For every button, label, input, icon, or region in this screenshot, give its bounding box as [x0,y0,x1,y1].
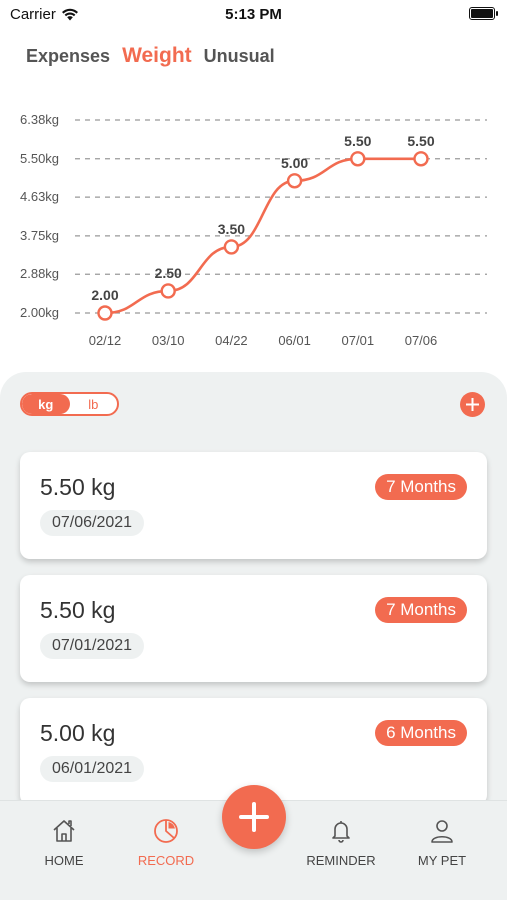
record-weight: 5.00 kg [40,720,116,746]
record-date: 06/01/2021 [40,756,145,782]
data-point [223,239,240,255]
weight-chart-svg: 2.00kg 2.88kg 3.75kg 4.63kg 5.50kg 6.38kg 02/1… [20,112,487,348]
unit-option-kg[interactable]: kg [22,394,70,414]
data-label: 5.50 [344,133,371,149]
record-weight: 5.50 kg [40,474,116,500]
y-tick-label: 2.88kg [20,266,59,281]
plus-icon [466,398,479,411]
unit-toggle[interactable]: kg lb [20,392,119,416]
record-age-badge: 7 Months [375,597,467,623]
y-tick-label: 6.38kg [20,112,59,127]
data-point [413,151,429,167]
series-line [104,157,421,315]
x-tick-label: 07/01 [342,333,375,348]
record-age-badge: 7 Months [375,474,467,500]
y-tick-label: 5.50kg [20,151,59,166]
home-icon [53,820,75,842]
record-age-badge: 6 Months [375,720,467,746]
nav-home[interactable]: HOME [14,817,114,868]
y-tick-label: 3.75kg [20,228,59,243]
nav-home-label: HOME [44,853,84,868]
nav-my-pet-label: MY PET [417,853,467,868]
data-point [350,151,366,167]
x-tick-label: 07/06 [405,333,438,348]
record-card[interactable]: 5.50 kg 07/01/2021 7 Months [20,575,487,682]
status-bar: Carrier 5:13 PM [0,0,507,30]
record-date: 07/01/2021 [40,633,145,659]
record-weight: 5.50 kg [40,597,116,623]
x-tick-label: 04/22 [215,333,248,348]
data-label: 5.50 [407,133,434,149]
bell-icon [332,821,350,843]
data-label: 5.00 [281,155,308,171]
x-tick-label: 02/12 [89,333,122,348]
unit-option-lb[interactable]: lb [70,394,118,414]
tab-expenses[interactable]: Expenses [26,46,110,67]
plus-icon [239,802,269,832]
nav-reminder-label: REMINDER [306,853,376,868]
pie-chart-icon [154,819,178,843]
nav-record-label: RECORD [137,853,195,868]
data-label: 2.00 [91,287,118,303]
data-point [286,173,303,189]
tab-weight[interactable]: Weight [122,44,192,68]
status-time: 5:13 PM [225,6,282,23]
record-card[interactable]: 5.50 kg 07/06/2021 7 Months [20,452,487,559]
weight-chart: 2.00kg 2.88kg 3.75kg 4.63kg 5.50kg 6.38kg 02/1… [0,95,507,360]
data-label: 2.50 [155,265,182,281]
nav-record[interactable]: RECORD [116,817,216,868]
add-record-button[interactable] [460,392,485,417]
data-point [97,305,113,321]
person-icon [431,820,453,843]
y-tick-label: 4.63kg [20,189,59,204]
record-date: 07/06/2021 [40,510,145,536]
data-label: 3.50 [218,221,245,237]
data-point [160,283,176,299]
add-button[interactable] [222,785,286,849]
x-tick-label: 06/01 [278,333,311,348]
nav-my-pet[interactable]: MY PET [392,817,492,868]
nav-reminder[interactable]: REMINDER [291,817,391,868]
battery-icon [469,7,498,20]
tab-unusual[interactable]: Unusual [204,46,275,67]
segment-tabs: Expenses Weight Unusual [26,44,275,68]
x-tick-label: 03/10 [152,333,185,348]
y-tick-label: 2.00kg [20,305,59,320]
